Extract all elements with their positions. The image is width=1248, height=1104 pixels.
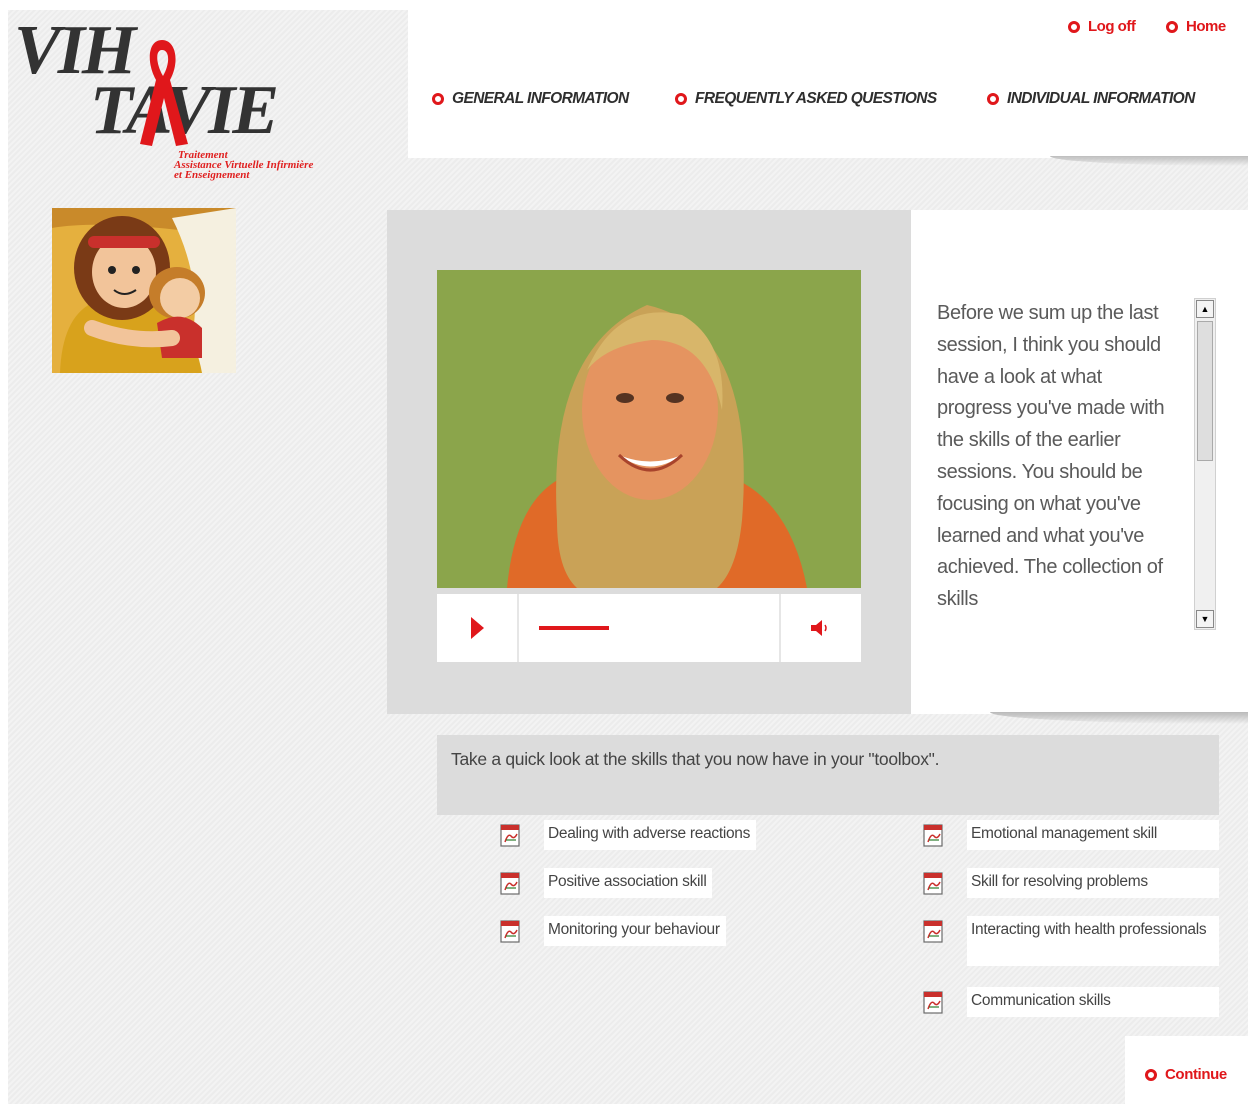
volume-icon [811,620,827,636]
skill-label: Skill for resolving problems [967,868,1219,898]
volume-button[interactable] [781,594,861,662]
skill-label: Dealing with adverse reactions [544,820,757,850]
nav-label: INDIVIDUAL INFORMATION [1007,90,1195,107]
pdf-icon [500,872,520,895]
nav-label: FREQUENTLY ASKED QUESTIONS [695,90,937,107]
logoff-link[interactable]: Log off [1068,18,1136,35]
pdf-icon [923,920,943,943]
pdf-icon [500,920,520,943]
play-icon [470,617,484,639]
skill-dealing-with-adverse-reactions[interactable]: Dealing with adverse reactions [498,820,757,850]
presenter-video-still [437,270,861,588]
bullet-icon [432,93,444,105]
skill-label: Monitoring your behaviour [544,916,726,946]
skill-emotional-management[interactable]: Emotional management skill [921,820,1219,850]
nav-general-information[interactable]: GENERAL INFORMATION [432,90,629,108]
skill-label: Emotional management skill [967,820,1219,850]
skill-interacting-with-health-professionals[interactable]: Interacting with health professionals [921,916,1219,966]
logo-tagline: Traitement Assistance Virtuelle Infirmiè… [174,150,374,181]
mother-child-illustration [52,208,236,373]
bullet-icon [1145,1068,1157,1081]
red-ribbon-icon [140,40,188,146]
bullet-icon [1166,20,1178,33]
pdf-icon [923,991,943,1014]
skill-resolving-problems[interactable]: Skill for resolving problems [921,868,1219,898]
scroll-down-arrow-icon[interactable]: ▼ [1196,610,1214,628]
skill-label: Interacting with health professionals [967,916,1219,966]
bullet-icon [987,93,999,105]
skill-label: Communication skills [967,987,1219,1017]
intro-text: Take a quick look at the skills that you… [451,749,940,769]
nav-label: GENERAL INFORMATION [452,90,629,107]
video-controls [437,594,861,662]
transcript-scrollbar[interactable]: ▲ ▼ [1194,298,1216,630]
skill-monitoring-your-behaviour[interactable]: Monitoring your behaviour [498,916,726,946]
video-progress-track[interactable] [519,594,781,662]
nav-faq[interactable]: FREQUENTLY ASKED QUESTIONS [675,90,937,108]
tagline-line: et Enseignement [174,169,250,181]
video-progress-fill [539,626,609,630]
skill-positive-association[interactable]: Positive association skill [498,868,713,898]
scroll-thumb[interactable] [1197,321,1213,461]
nav-individual-information[interactable]: INDIVIDUAL INFORMATION [987,90,1195,108]
pdf-icon [500,824,520,847]
continue-button[interactable]: Continue [1145,1066,1227,1083]
continue-label: Continue [1165,1066,1227,1083]
vih-tavie-logo[interactable]: VIH TAVIE Traitement Assistance Virtuell… [14,14,354,189]
illustration-graphic [52,208,236,373]
toolbox-intro: Take a quick look at the skills that you… [437,735,1219,815]
play-button[interactable] [437,594,519,662]
pdf-icon [923,872,943,895]
bullet-icon [1068,20,1080,33]
skill-label: Positive association skill [544,868,713,898]
video-frame[interactable] [437,270,861,588]
bullet-icon [675,93,687,105]
logoff-label: Log off [1088,18,1136,35]
scroll-up-arrow-icon[interactable]: ▲ [1196,300,1214,318]
pdf-icon [923,824,943,847]
skill-communication[interactable]: Communication skills [921,987,1219,1017]
home-link[interactable]: Home [1166,18,1226,35]
home-label: Home [1186,18,1226,35]
transcript-text: Before we sum up the last session, I thi… [937,302,1165,611]
